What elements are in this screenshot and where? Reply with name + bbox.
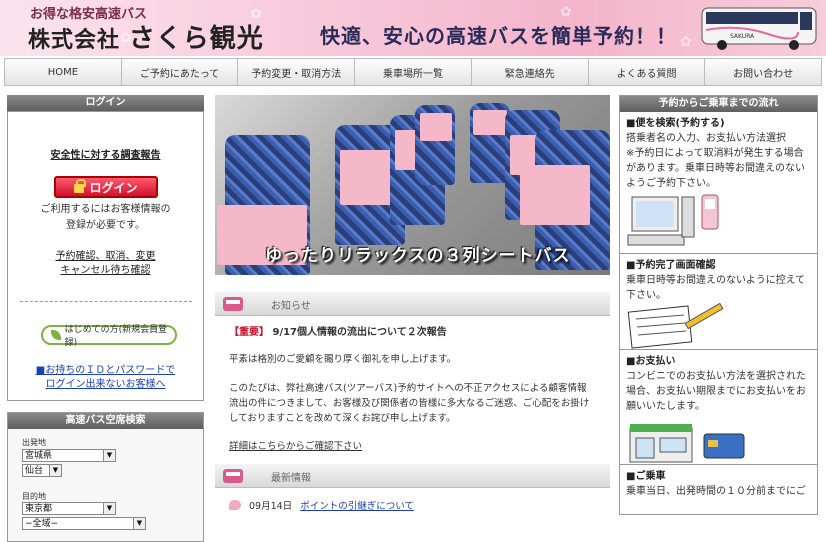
- step-title: ■予約完了画面確認: [626, 260, 716, 271]
- notice-section-title: お知らせ: [271, 301, 311, 312]
- notepad-illustration: [626, 302, 811, 349]
- step-text: 乗車当日、出発時間の１０分前までにご: [626, 486, 806, 497]
- notice-para-line: このたびは、弊社高速バス(ツアーバス)予約サイトへの不正アクセスによる顧客情報: [229, 383, 587, 394]
- waitlist-check-link[interactable]: キャンセル待ち確認: [8, 264, 203, 278]
- search-box-title: 高速バス空席検索: [8, 413, 203, 429]
- latest-section-title: 最新情報: [271, 473, 311, 484]
- hero-banner: ゆったりリラックスの３列シートバス: [215, 95, 610, 275]
- petal-icon: ✿: [680, 34, 692, 50]
- reservation-links: 予約確認、取消、変更 キャンセル待ち確認: [8, 250, 203, 278]
- beginner-mark-icon: [51, 330, 61, 340]
- bus-icon: [223, 297, 243, 311]
- step-text: 下さい。: [626, 290, 666, 301]
- step-text: 乗車日時等お間違えのないように控えて: [626, 275, 806, 286]
- petal-icon: [229, 500, 241, 510]
- login-note-line: ご利用するにはお客様情報の: [40, 204, 171, 215]
- destination-area-select[interactable]: −全域− ▼: [22, 517, 146, 530]
- nav-change-cancel[interactable]: 予約変更・取消方法: [238, 59, 356, 85]
- departure-label: 出発地: [22, 438, 46, 447]
- petal-icon: ✿: [560, 4, 572, 20]
- computer-phone-illustration: [626, 191, 811, 253]
- safety-report-link[interactable]: 安全性に対する調査報告: [8, 146, 203, 161]
- step-text: ※予約日によって取消料が発生する場合: [626, 148, 804, 159]
- hero-caption: ゆったりリラックスの３列シートバス: [265, 246, 571, 266]
- notice-para-line: しておりますことを改めて深くお詫び申し上げます。: [229, 413, 456, 424]
- store-card-illustration: [626, 414, 811, 464]
- nav-faq[interactable]: よくある質問: [589, 59, 706, 85]
- chevron-down-icon: ▼: [103, 450, 115, 461]
- destination-pref-select[interactable]: 東京都 ▼: [22, 502, 116, 515]
- step-text: 搭乗者名の入力、お支払い方法選択: [626, 133, 786, 144]
- login-note-line: 登録が必要です。: [66, 220, 145, 231]
- departure-city-select[interactable]: 仙台 ▼: [22, 464, 62, 477]
- divider: [20, 301, 192, 302]
- flow-step-payment: ■お支払い コンビニでのお支払い方法を選択された 場合、お支払い期限までにお支払…: [620, 350, 817, 464]
- login-help-line: ログイン出来ないお客様へ: [45, 379, 166, 390]
- reservation-check-link[interactable]: 予約確認、取消、変更: [8, 250, 203, 264]
- nav-reservation-guide[interactable]: ご予約にあたって: [122, 59, 239, 85]
- flow-title: 予約からご乗車までの流れ: [620, 96, 817, 112]
- departure-city-value: 仙台: [25, 466, 44, 476]
- lock-icon: [74, 179, 87, 193]
- departure-pref-select[interactable]: 宮城県 ▼: [22, 449, 116, 462]
- bus-icon: SAKURA: [701, 7, 817, 50]
- step-text: があります。乗車日時等お間違えのない: [626, 163, 805, 174]
- destination-label: 目的地: [22, 492, 46, 501]
- login-help-link[interactable]: ■お持ちのＩＤとパスワードで ログイン出来ないお客様へ: [8, 364, 203, 392]
- login-note: ご利用するにはお客様情報の 登録が必要です。: [8, 202, 203, 234]
- notice-section-header: お知らせ: [215, 292, 610, 316]
- site-logo[interactable]: 株式会社 さくら観光: [28, 18, 264, 55]
- flow-step-search: ■便を検索(予約する) 搭乗者名の入力、お支払い方法選択 ※予約日によって取消料…: [620, 112, 817, 253]
- list-item: 09月14日 ポイントの引継ぎについて: [215, 498, 610, 512]
- latest-date: 09月14日: [249, 501, 293, 512]
- nav-contact[interactable]: お問い合わせ: [705, 59, 821, 85]
- bus-label: SAKURA: [730, 33, 755, 40]
- company-name: さくら観光: [128, 24, 264, 54]
- seat-search-box: 高速バス空席検索 出発地 宮城県 ▼ 仙台 ▼ 目的地 東京都 ▼ −全域− ▼: [7, 412, 204, 542]
- step-text: ようご予約下さい。: [626, 178, 716, 189]
- bus-icon: [223, 469, 243, 483]
- step-text: コンビニでのお支払い方法を選択された: [626, 371, 806, 382]
- step-text: 場合、お支払い期限までにお支払いをお: [626, 386, 806, 397]
- notice-para: 平素は格別のご愛顧を賜り厚く御礼を申し上げます。: [229, 354, 457, 365]
- step-title: ■ご乗車: [626, 471, 666, 482]
- login-button[interactable]: ログイン: [54, 176, 158, 198]
- step-title: ■便を検索(予約する): [626, 118, 725, 129]
- chevron-down-icon: ▼: [103, 503, 115, 514]
- chevron-down-icon: ▼: [49, 465, 61, 476]
- company-prefix: 株式会社: [28, 28, 121, 53]
- nav-boarding-places[interactable]: 乗車場所一覧: [355, 59, 472, 85]
- site-header: ✿ ✿ ✿ ✿ お得な格安高速バス 株式会社 さくら観光 快適、安心の高速バスを…: [0, 0, 826, 56]
- register-button[interactable]: はじめての方(新規会員登録): [41, 325, 177, 348]
- left-sidebar: ログイン 安全性に対する調査報告 ログイン ご利用するにはお客様情報の 登録が必…: [7, 95, 204, 542]
- step-title: ■お支払い: [626, 356, 676, 367]
- notice-para-line: 流出の件につきまして、お客様及び関係者の皆様に多大なるご迷惑、ご心配をお掛け: [229, 398, 590, 409]
- register-button-label: はじめての方(新規会員登録): [64, 325, 168, 348]
- latest-link[interactable]: ポイントの引継ぎについて: [300, 498, 414, 512]
- main-content: ゆったりリラックスの３列シートバス お知らせ 【重要】 9/17個人情報の流出に…: [215, 95, 610, 512]
- nav-emergency-contact[interactable]: 緊急連絡先: [472, 59, 589, 85]
- right-sidebar: 予約からご乗車までの流れ ■便を検索(予約する) 搭乗者名の入力、お支払い方法選…: [619, 95, 818, 515]
- login-box-title: ログイン: [7, 95, 204, 111]
- notice-para: このたびは、弊社高速バス(ツアーバス)予約サイトへの不正アクセスによる顧客情報 …: [229, 381, 610, 426]
- nav-home[interactable]: HOME: [5, 59, 122, 85]
- step-text: 願いいたします。: [626, 401, 705, 412]
- site-slogan: 快適、安心の高速バスを簡単予約！！: [320, 24, 677, 48]
- flow-step-confirm: ■予約完了画面確認 乗車日時等お間違えのないように控えて 下さい。: [620, 254, 817, 349]
- destination-area-value: −全域−: [25, 519, 59, 529]
- notice-headline: 【重要】 9/17個人情報の流出について２次報告: [215, 323, 610, 338]
- important-tag: 【重要】: [229, 327, 269, 338]
- departure-pref-value: 宮城県: [25, 451, 53, 461]
- main-nav: HOME ご予約にあたって 予約変更・取消方法 乗車場所一覧 緊急連絡先 よくあ…: [4, 58, 822, 86]
- login-box: 安全性に対する調査報告 ログイン ご利用するにはお客様情報の 登録が必要です。 …: [7, 111, 204, 401]
- chevron-down-icon: ▼: [133, 518, 145, 529]
- login-button-label: ログイン: [89, 180, 138, 195]
- latest-section-header: 最新情報: [215, 464, 610, 488]
- login-help-line: ■お持ちのＩＤとパスワードで: [35, 365, 176, 376]
- notice-body: 平素は格別のご愛顧を賜り厚く御礼を申し上げます。 このたびは、弊社高速バス(ツア…: [215, 352, 610, 426]
- flow-step-boarding: ■ご乗車 乗車当日、出発時間の１０分前までにご: [620, 465, 817, 499]
- notice-headline-text: 9/17個人情報の流出について２次報告: [272, 327, 447, 338]
- notice-details-link[interactable]: 詳細はこちらからご確認下さい: [215, 438, 610, 452]
